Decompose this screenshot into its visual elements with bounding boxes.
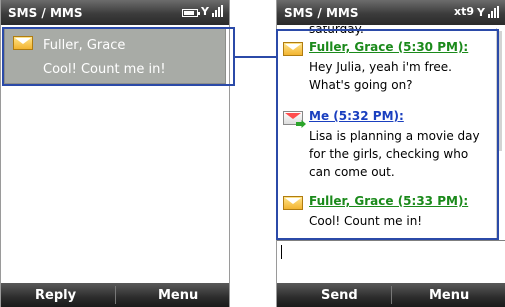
callout-line <box>233 56 277 58</box>
message-list-item-selected[interactable]: Fuller, Grace Cool! Count me in! <box>4 27 226 84</box>
text-caret <box>281 245 282 259</box>
callout-line <box>2 28 4 85</box>
message-header: Me (5:32 PM): <box>309 109 404 123</box>
message-preview: Cool! Count me in! <box>43 62 166 77</box>
message-body: Lisa is planning a movie day for the gir… <box>309 129 480 179</box>
callout-line <box>2 27 235 29</box>
callout-line <box>276 29 498 31</box>
menu-softkey[interactable]: Menu <box>429 288 469 303</box>
conversation-screen: SMS / MMS xt9 Y saturday. Fuller, Grace … <box>276 0 505 307</box>
battery-icon <box>182 9 201 17</box>
message-header: Fuller, Grace (5:30 PM): <box>309 40 469 54</box>
message-header: Fuller, Grace (5:33 PM): <box>309 194 469 208</box>
message-thread[interactable]: saturday. Fuller, Grace (5:30 PM): Hey J… <box>279 26 503 237</box>
title-bar: SMS / MMS xt9 Y <box>277 0 505 25</box>
send-softkey[interactable]: Send <box>321 288 358 303</box>
thread-message[interactable]: Fuller, Grace (5:33 PM): Cool! Count me … <box>283 194 489 234</box>
signal-strength-icon <box>488 6 499 18</box>
antenna-icon: Y <box>201 5 209 18</box>
status-icons: xt9 Y <box>454 5 499 18</box>
softkey-bar: Reply Menu <box>1 283 229 307</box>
message-body: Hey Julia, yeah i'm free. What's going o… <box>309 60 452 92</box>
callout-line <box>276 238 498 240</box>
sent-message-icon <box>283 111 306 128</box>
callout-line <box>2 84 235 86</box>
clipped-message-text: saturday. <box>309 26 364 36</box>
inbox-screen: SMS / MMS Y Fuller, Grace Cool! Count me… <box>0 0 230 307</box>
thread-message[interactable]: Fuller, Grace (5:30 PM): Hey Julia, yeah… <box>283 40 489 106</box>
softkey-bar: Send Menu <box>277 283 505 307</box>
callout-line <box>276 29 278 239</box>
app-title: SMS / MMS <box>284 6 359 20</box>
status-icons: Y <box>182 5 223 17</box>
message-body: Cool! Count me in! <box>309 214 423 228</box>
envelope-icon <box>283 196 303 210</box>
message-sender: Fuller, Grace <box>43 38 126 53</box>
menu-softkey[interactable]: Menu <box>158 288 198 303</box>
envelope-icon <box>283 42 303 56</box>
app-title: SMS / MMS <box>8 6 83 20</box>
antenna-icon: Y <box>477 6 485 19</box>
thread-message[interactable]: Me (5:32 PM): Lisa is planning a movie d… <box>283 109 489 199</box>
reply-softkey[interactable]: Reply <box>35 288 76 303</box>
title-bar: SMS / MMS Y <box>1 0 229 25</box>
compose-input[interactable] <box>277 240 505 284</box>
envelope-icon <box>13 36 33 50</box>
xt9-input-indicator: xt9 <box>454 5 475 18</box>
callout-line <box>497 29 499 240</box>
signal-strength-icon <box>212 5 223 17</box>
